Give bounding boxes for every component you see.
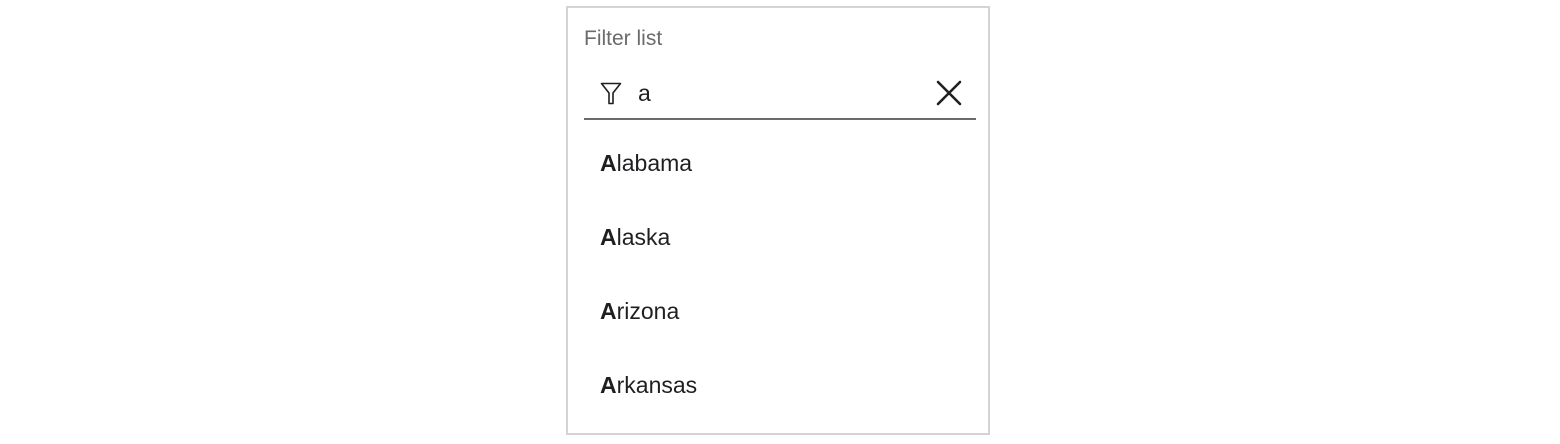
list-item[interactable]: Arizona: [568, 274, 988, 348]
list-item[interactable]: Alaska: [568, 200, 988, 274]
list-item-rest: laska: [616, 224, 671, 250]
filter-input[interactable]: [638, 76, 918, 110]
list-item-match: A: [600, 150, 617, 176]
clear-filter-button[interactable]: [934, 78, 964, 108]
filtered-list: Alabama Alaska Arizona Arkansas: [568, 126, 988, 422]
filter-list-label: Filter list: [584, 27, 663, 50]
close-icon: [936, 80, 962, 106]
list-item[interactable]: Alabama: [568, 126, 988, 200]
list-item-match: A: [600, 298, 617, 324]
list-item[interactable]: Arkansas: [568, 348, 988, 422]
list-item-match: A: [600, 224, 617, 250]
filter-list-panel: Filter list Alabama Alaska Arizona Arkan…: [566, 6, 990, 435]
list-item-rest: labama: [616, 150, 693, 176]
list-item-rest: rkansas: [616, 372, 698, 398]
filter-field[interactable]: [584, 66, 976, 120]
list-item-rest: rizona: [616, 298, 680, 324]
list-item-match: A: [600, 372, 617, 398]
filter-icon: [600, 82, 622, 106]
